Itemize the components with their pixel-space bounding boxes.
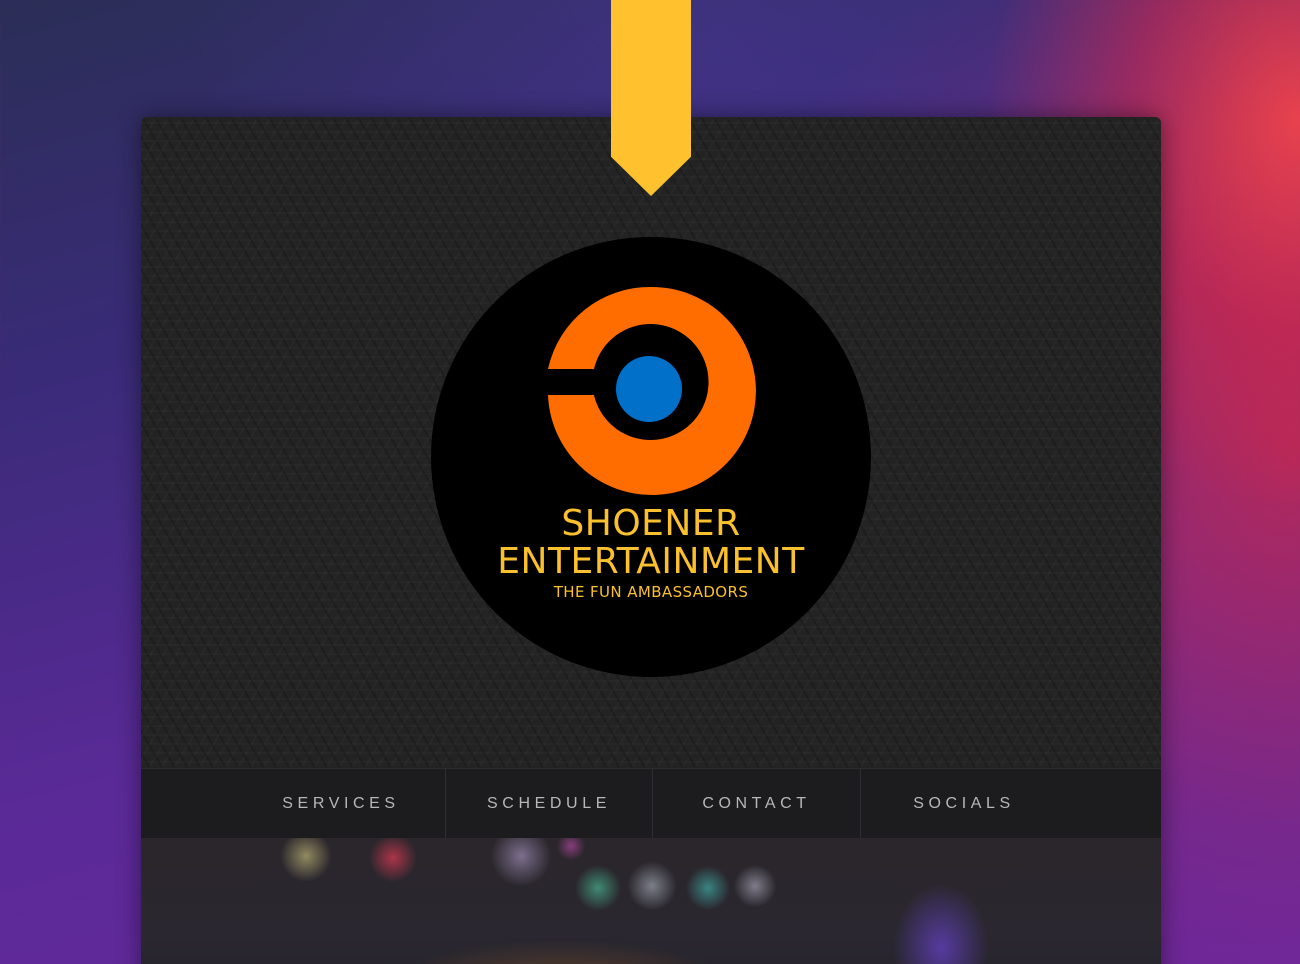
brand-name-line2: ENTERTAINMENT bbox=[497, 541, 805, 582]
nav-item-contact[interactable]: CONTACT bbox=[653, 769, 860, 839]
nav-item-label: SCHEDULE bbox=[487, 795, 611, 812]
nav-item-label: CONTACT bbox=[702, 795, 811, 812]
brand-logo[interactable]: SHOENER ENTERTAINMENT THE FUN AMBASSADOR… bbox=[431, 237, 871, 677]
main-nav: SERVICES SCHEDULE CONTACT SOCIALS bbox=[141, 768, 1161, 840]
nav-item-schedule[interactable]: SCHEDULE bbox=[446, 769, 652, 839]
brand-name-line1: SHOENER bbox=[561, 503, 741, 544]
nav-item-socials[interactable]: SOCIALS bbox=[861, 769, 1067, 839]
hero-bokeh-image bbox=[141, 838, 1161, 964]
nav-item-services[interactable]: SERVICES bbox=[237, 769, 445, 839]
brand-tagline: THE FUN AMBASSADORS bbox=[553, 583, 749, 601]
site-header-panel: SHOENER ENTERTAINMENT THE FUN AMBASSADOR… bbox=[141, 117, 1161, 964]
orange-c-with-blue-dot-icon bbox=[548, 286, 756, 495]
nav-item-label: SOCIALS bbox=[913, 795, 1015, 812]
ribbon-bookmark bbox=[611, 0, 691, 196]
nav-item-label: SERVICES bbox=[282, 795, 400, 812]
